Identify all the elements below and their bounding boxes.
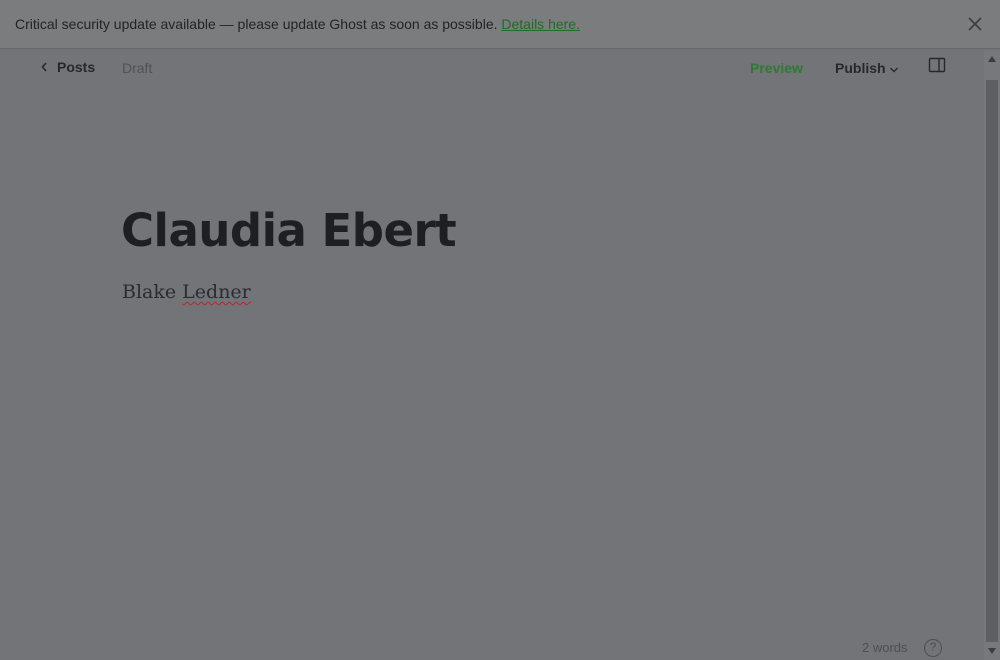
help-icon[interactable]: ? (924, 639, 942, 657)
editor-header: Posts Draft Preview Publish (0, 50, 984, 86)
body-text: Blake (122, 281, 183, 303)
post-body[interactable]: Blake Ledner (122, 281, 251, 303)
post-status: Draft (122, 60, 153, 76)
notification-message: Critical security update available — ple… (15, 16, 580, 32)
publish-label: Publish (835, 60, 886, 76)
chevron-down-icon (889, 67, 898, 72)
scrollbar-thumb[interactable] (986, 80, 998, 642)
close-icon[interactable] (966, 15, 984, 33)
preview-button[interactable]: Preview (750, 60, 803, 76)
sidebar-toggle-icon[interactable] (928, 57, 946, 73)
misspelled-word: Ledner (182, 281, 251, 303)
back-label: Posts (57, 59, 96, 75)
publish-button[interactable]: Publish (835, 60, 899, 76)
notification-text: Critical security update available — ple… (15, 16, 498, 32)
scroll-down-arrow-icon[interactable] (988, 648, 996, 654)
vertical-scrollbar[interactable] (984, 50, 1000, 660)
security-notification-bar: Critical security update available — ple… (0, 0, 1000, 49)
notification-details-link[interactable]: Details here. (501, 16, 580, 32)
post-title[interactable]: Claudia Ebert (121, 204, 457, 257)
word-count: 2 words (862, 640, 908, 655)
scroll-up-arrow-icon[interactable] (988, 56, 996, 62)
back-to-posts-link[interactable]: Posts (40, 59, 95, 75)
chevron-left-icon (41, 62, 47, 72)
